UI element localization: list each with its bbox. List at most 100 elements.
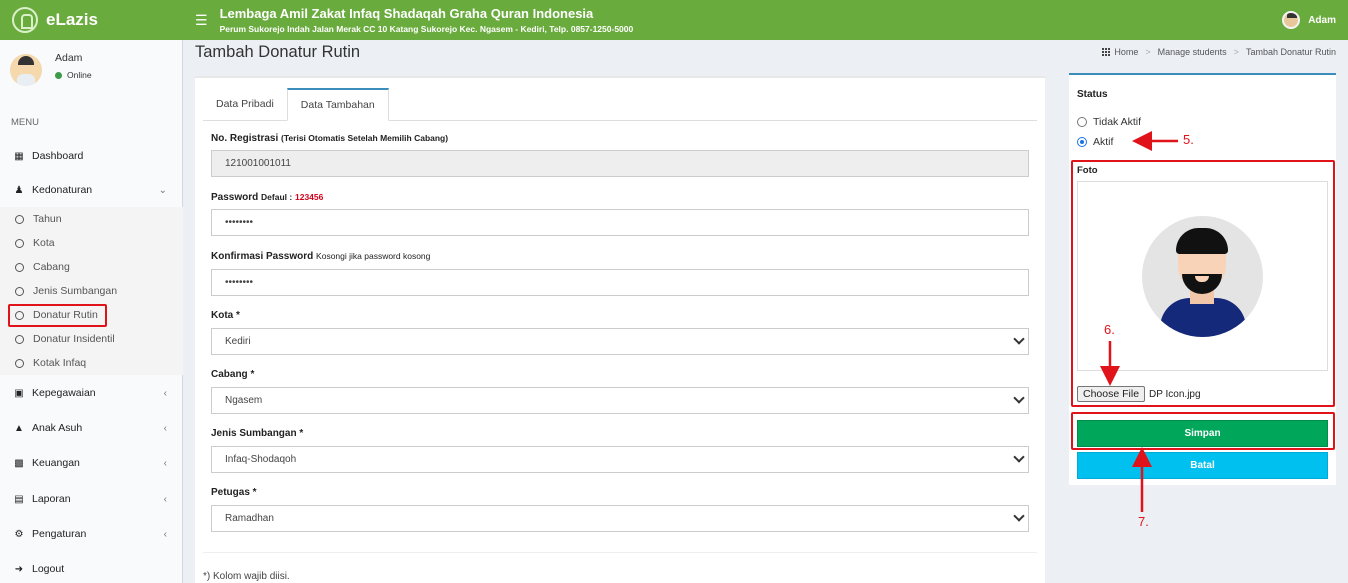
chevron-down-icon (1014, 394, 1024, 404)
sign-out-icon: ➜ (14, 563, 24, 575)
label-text: No. Registrasi (211, 133, 279, 144)
annotation-6: 6. (1104, 322, 1115, 337)
breadcrumb-separator: > (1233, 47, 1239, 57)
chevron-left-icon: ‹ (163, 457, 167, 469)
brand-name: eLazis (46, 10, 98, 29)
chevron-left-icon: ‹ (163, 493, 167, 505)
online-label: Online (67, 70, 92, 80)
avatar (10, 54, 42, 86)
no-registrasi-field[interactable]: 121001001011 (211, 150, 1029, 177)
chevron-down-icon: ⌄ (158, 184, 167, 196)
sidebar-item-dashboard[interactable]: ▦ Dashboard (0, 148, 183, 164)
sidebar-item-kedonaturan[interactable]: ♟ Kedonaturan ⌄ (0, 182, 183, 198)
circle-icon (15, 238, 24, 248)
sidebar-item-keuangan[interactable]: ▩ Keuangan ‹ (0, 455, 183, 471)
chevron-down-icon (1014, 453, 1024, 463)
sidebar-subitem-jenis-sumbangan[interactable]: Jenis Sumbangan (0, 283, 183, 299)
brand-logo-icon (12, 7, 38, 33)
cabang-select[interactable]: Ngasem (211, 387, 1029, 414)
sidebar-item-logout[interactable]: ➜ Logout (0, 561, 183, 577)
highlight-box-foto (1071, 160, 1335, 407)
sidebar-subitem-tahun[interactable]: Tahun (0, 211, 183, 227)
menu-header: MENU (11, 117, 39, 128)
breadcrumb: Home > Manage students > Tambah Donatur … (1102, 47, 1336, 57)
briefcase-icon: ▣ (14, 387, 24, 399)
user-menu[interactable]: Adam (1282, 11, 1336, 29)
cabang-selected-value: Ngasem (225, 395, 263, 406)
user-name: Adam (1308, 14, 1336, 26)
sidebar-item-kepegawaian[interactable]: ▣ Kepegawaian ‹ (0, 385, 183, 401)
cabang-label: Cabang * (211, 369, 255, 380)
highlight-box-simpan (1071, 412, 1335, 450)
sidebar-subitem-label: Donatur Insidentil (33, 333, 115, 345)
breadcrumb-home-label: Home (1114, 47, 1139, 57)
org-address: Perum Sukorejo Indah Jalan Merak CC 10 K… (219, 24, 634, 34)
label-text: Konfirmasi Password (211, 251, 314, 262)
divider (203, 552, 1037, 553)
sidebar-subitem-kota[interactable]: Kota (0, 235, 183, 251)
money-icon: ▩ (14, 457, 24, 469)
label-hint: Defaul : (261, 192, 293, 202)
sidebar-item-label: Logout (32, 563, 65, 575)
petugas-select[interactable]: Ramadhan (211, 505, 1029, 532)
top-header: eLazis ☰ Lembaga Amil Zakat Infaq Shadaq… (0, 0, 1348, 40)
sidebar-subitem-label: Jenis Sumbangan (33, 285, 118, 297)
breadcrumb-manage-students[interactable]: Manage students (1158, 47, 1227, 57)
sidebar-user-name: Adam (55, 52, 83, 64)
org-title: Lembaga Amil Zakat Infaq Shadaqah Graha … (219, 6, 594, 21)
circle-icon (15, 286, 24, 296)
breadcrumb-home[interactable]: Home (1102, 47, 1138, 57)
chevron-down-icon (1014, 335, 1024, 345)
cancel-button[interactable]: Batal (1077, 452, 1328, 479)
sidebar: Adam Online MENU ▦ Dashboard ♟ Kedonatur… (0, 40, 183, 583)
kota-selected-value: Kediri (225, 336, 251, 347)
radio-circle-selected[interactable] (1077, 137, 1087, 147)
users-icon: ♟ (14, 184, 24, 196)
chevron-left-icon: ‹ (163, 387, 167, 399)
sidebar-subitem-donatur-insidentil[interactable]: Donatur Insidentil (0, 331, 183, 347)
highlight-box-donatur-rutin (8, 304, 107, 327)
label-text: Password (211, 192, 259, 203)
password-field[interactable]: •••••••• (211, 209, 1029, 236)
form-box: Data Pribadi Data Tambahan No. Registras… (195, 76, 1045, 583)
kota-label: Kota * (211, 310, 240, 321)
password-label: Password Defaul : 123456 (211, 192, 323, 203)
tab-bar: Data Pribadi Data Tambahan (203, 88, 1037, 121)
tab-data-pribadi[interactable]: Data Pribadi (203, 88, 287, 121)
konfirmasi-password-label: Konfirmasi Password Kosongi jika passwor… (211, 251, 430, 262)
sidebar-item-label: Laporan (32, 493, 71, 505)
circle-icon (15, 214, 24, 224)
sidebar-subitem-label: Tahun (33, 213, 62, 225)
sidebar-item-laporan[interactable]: ▤ Laporan ‹ (0, 491, 183, 507)
tab-data-tambahan[interactable]: Data Tambahan (286, 88, 389, 121)
brand[interactable]: eLazis (0, 0, 183, 40)
radio-tidak-aktif[interactable]: Tidak Aktif (1077, 116, 1141, 128)
graduation-cap-icon: ▲ (14, 422, 24, 434)
sidebar-item-pengaturan[interactable]: ⚙ Pengaturan ‹ (0, 526, 183, 542)
konfirmasi-password-field[interactable]: •••••••• (211, 269, 1029, 296)
sidebar-item-anak-asuh[interactable]: ▲ Anak Asuh ‹ (0, 420, 183, 436)
sidebar-item-label: Pengaturan (32, 528, 87, 540)
jenis-sumbangan-select[interactable]: Infaq-Shodaqoh (211, 446, 1029, 473)
circle-icon (15, 334, 24, 344)
label-hint: (Terisi Otomatis Setelah Memilih Cabang) (281, 133, 449, 143)
org-info: Lembaga Amil Zakat Infaq Shadaqah Graha … (220, 6, 634, 34)
sidebar-subitem-kotak-infaq[interactable]: Kotak Infaq (0, 355, 183, 371)
hamburger-menu-icon[interactable]: ☰ (195, 12, 208, 29)
label-hint: Kosongi jika password kosong (316, 251, 431, 261)
radio-circle[interactable] (1077, 117, 1087, 127)
radio-aktif[interactable]: Aktif (1077, 136, 1113, 148)
sidebar-user-panel: Adam Online (10, 51, 92, 86)
annotation-5: 5. (1183, 132, 1194, 147)
gear-icon: ⚙ (14, 528, 24, 540)
page-title: Tambah Donatur Rutin (195, 43, 361, 61)
online-status: Online (55, 70, 92, 80)
chevron-left-icon: ‹ (163, 528, 167, 540)
sidebar-subitem-label: Kotak Infaq (33, 357, 87, 369)
grid-icon: ▦ (14, 150, 24, 162)
sidebar-item-label: Kepegawaian (32, 387, 96, 399)
sidebar-subitem-cabang[interactable]: Cabang (0, 259, 183, 275)
kota-select[interactable]: Kediri (211, 328, 1029, 355)
petugas-selected-value: Ramadhan (225, 513, 274, 524)
sidebar-item-label: Dashboard (32, 150, 84, 162)
